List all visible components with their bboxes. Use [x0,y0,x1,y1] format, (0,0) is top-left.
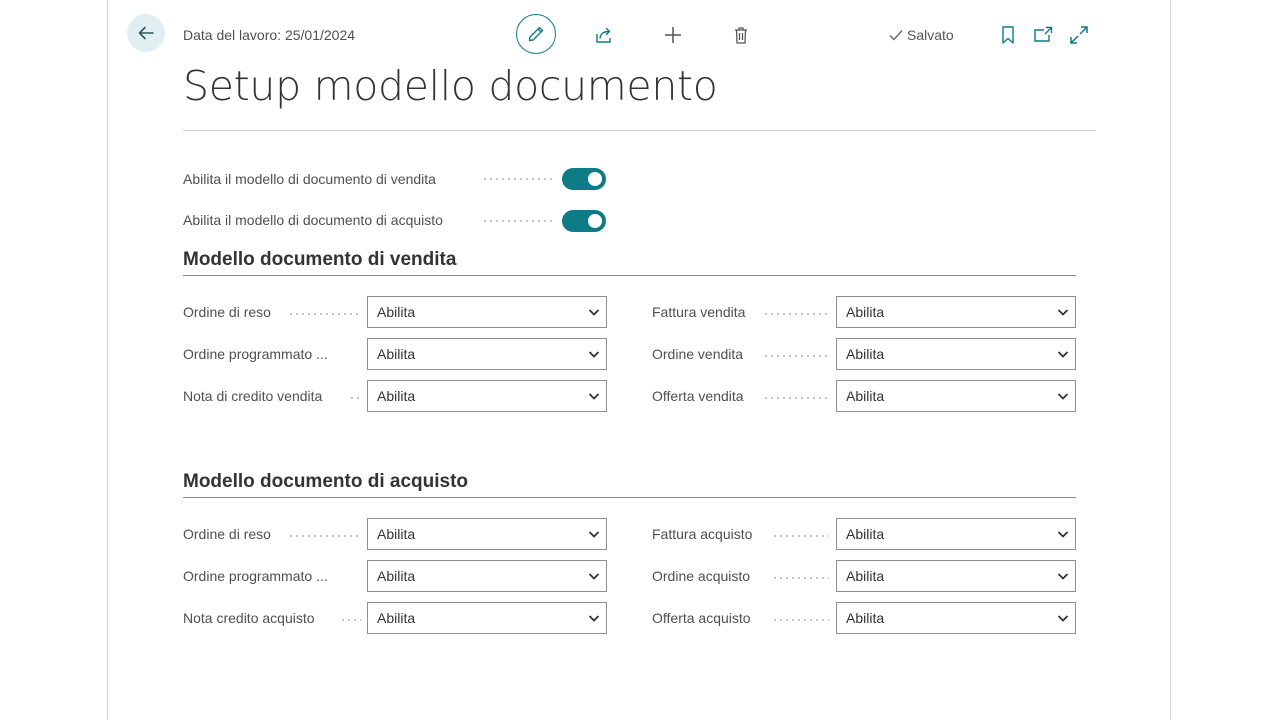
field-label: Nota credito acquisto [183,610,315,626]
dot-leader [288,313,360,315]
toggle-purchase-template[interactable] [562,210,606,232]
toggle-label-purchase: Abilita il modello di documento di acqui… [183,212,443,228]
new-button[interactable] [663,25,683,45]
delete-button[interactable] [731,25,751,45]
chevron-down-icon [1057,573,1069,580]
select-sales-return-order[interactable]: Abilita [367,296,607,328]
chevron-down-icon [1057,309,1069,316]
select-purchase-credit-memo[interactable]: Abilita [367,602,607,634]
toggle-sales-template[interactable] [562,168,606,190]
select-value: Abilita [846,346,885,362]
page-title: Setup modello documento [183,62,718,110]
select-sales-credit-memo[interactable]: Abilita [367,380,607,412]
pencil-icon [528,26,544,42]
plus-icon [665,27,681,43]
expand-icon [1070,26,1088,44]
select-value: Abilita [377,304,416,320]
share-icon [596,27,611,43]
chevron-down-icon [588,351,600,358]
field-label: Nota di credito vendita [183,388,323,404]
select-purchase-invoice[interactable]: Abilita [836,518,1076,550]
field-label: Ordine programmato ... [183,568,328,584]
select-value: Abilita [846,304,885,320]
open-new-window-button[interactable] [1033,25,1053,45]
select-purchase-order[interactable]: Abilita [836,560,1076,592]
toggle-row-sales: Abilita il modello di documento di vendi… [183,167,436,191]
chevron-down-icon [1057,531,1069,538]
select-value: Abilita [377,346,416,362]
select-value: Abilita [377,568,416,584]
field-label: Ordine acquisto [652,568,751,584]
dot-leader [763,355,829,357]
toggle-label-sales: Abilita il modello di documento di vendi… [183,171,436,187]
workdate-label: Data del lavoro: 25/01/2024 [183,27,356,43]
section-title-sales: Modello documento di vendita [183,249,457,270]
select-sales-blanket-order[interactable]: Abilita [367,338,607,370]
toggle-knob [588,214,602,228]
bookmark-button[interactable] [999,24,1017,46]
select-value: Abilita [846,568,885,584]
chevron-down-icon [1057,393,1069,400]
select-value: Abilita [846,526,885,542]
chevron-down-icon [588,309,600,316]
section-divider-sales [183,275,1076,276]
expand-button[interactable] [1068,24,1090,46]
chevron-down-icon [588,393,600,400]
share-button[interactable] [594,25,614,45]
select-purchase-blanket-order[interactable]: Abilita [367,560,607,592]
dot-leader [772,577,829,579]
toggle-knob [588,172,602,186]
back-button[interactable] [127,14,165,52]
field-label: Fattura vendita [652,304,746,320]
chevron-down-icon [588,573,600,580]
title-divider [183,130,1096,131]
field-label: Fattura acquisto [652,526,753,542]
dot-leader [482,178,554,180]
chevron-down-icon [1057,351,1069,358]
dot-leader [288,535,360,537]
field-label: Ordine di reso [183,304,271,320]
field-label: Ordine vendita [652,346,744,362]
toggle-row-purchase: Abilita il modello di documento di acqui… [183,208,443,232]
select-value: Abilita [846,610,885,626]
dot-leader [772,535,829,537]
checkmark-icon [889,30,903,41]
dot-leader [763,397,829,399]
saved-label: Salvato [907,27,954,43]
field-label: Ordine programmato ... [183,346,328,362]
bookmark-icon [1002,26,1014,44]
select-purchase-return-order[interactable]: Abilita [367,518,607,550]
select-purchase-quote[interactable]: Abilita [836,602,1076,634]
select-sales-quote[interactable]: Abilita [836,380,1076,412]
chevron-down-icon [588,615,600,622]
edit-button[interactable] [516,14,556,54]
select-value: Abilita [377,526,416,542]
arrow-left-icon [138,26,154,40]
dot-leader [349,397,361,399]
select-value: Abilita [377,388,416,404]
dot-leader [763,313,829,315]
section-divider-purchase [183,497,1076,498]
open-new-window-icon [1034,26,1053,42]
chevron-down-icon [1057,615,1069,622]
select-sales-invoice[interactable]: Abilita [836,296,1076,328]
chevron-down-icon [588,531,600,538]
dot-leader [340,619,361,621]
dot-leader [772,619,829,621]
section-title-purchase: Modello documento di acquisto [183,471,468,492]
trash-icon [735,27,747,44]
field-label: Offerta vendita [652,388,744,404]
select-value: Abilita [846,388,885,404]
field-label: Ordine di reso [183,526,271,542]
select-sales-order[interactable]: Abilita [836,338,1076,370]
field-label: Offerta acquisto [652,610,751,626]
saved-status: Salvato [888,27,954,43]
dot-leader [482,220,554,222]
select-value: Abilita [377,610,416,626]
